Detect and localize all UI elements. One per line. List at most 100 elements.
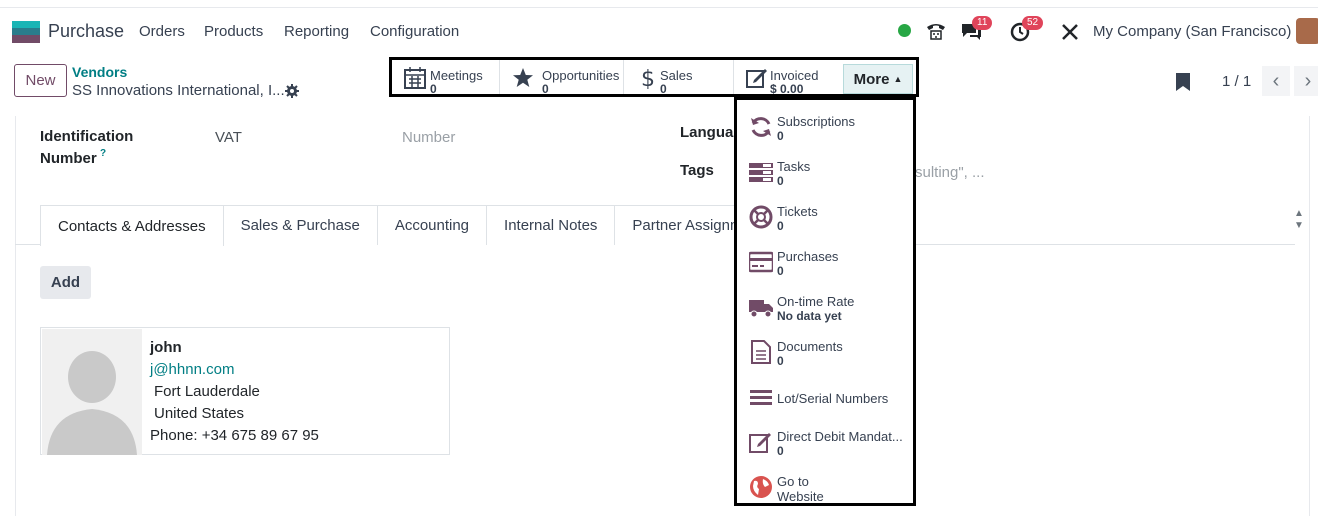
lot-serial-label: Lot/Serial Numbers: [777, 391, 889, 406]
contact-avatar: [42, 329, 142, 455]
top-strip: [0, 0, 1318, 8]
tags-input[interactable]: sulting", ...: [915, 164, 985, 181]
user-avatar[interactable]: [1296, 18, 1318, 44]
phone-icon[interactable]: [925, 21, 947, 41]
help-tooltip-icon[interactable]: ?: [100, 148, 106, 159]
lifebuoy-icon: [749, 205, 773, 229]
purchases-label: Purchases: [777, 249, 839, 264]
caret-up-icon: ▲: [893, 74, 903, 84]
tools-icon[interactable]: [1060, 22, 1080, 42]
subscriptions-value: 0: [777, 129, 784, 143]
vat-input[interactable]: VAT: [215, 129, 242, 146]
identification-label: Identification: [40, 128, 134, 145]
documents-label: Documents: [777, 339, 843, 354]
invoiced-value: $ 0.00: [770, 82, 804, 94]
status-dot-icon: [898, 24, 911, 37]
documents-value: 0: [777, 354, 784, 368]
notebook-tabs: Contacts & Addresses Sales & Purchase Ac…: [40, 205, 782, 246]
star-icon: [513, 68, 533, 87]
smart-buttons-bar: Meetings 0 Opportunities 0 $ Sales 0 Inv…: [389, 57, 919, 97]
truck-icon: [749, 300, 773, 318]
invoiced-label: Invoiced: [770, 68, 819, 83]
person-placeholder-icon: [42, 329, 142, 455]
number-input[interactable]: Number: [402, 129, 455, 146]
go-to-label: Go to: [777, 474, 809, 489]
dropdown-item-on-time-rate[interactable]: On-time Rate No data yet: [737, 287, 913, 332]
sales-label: Sales: [660, 68, 693, 83]
on-time-rate-value: No data yet: [777, 309, 842, 323]
sales-button[interactable]: $ Sales 0: [624, 60, 734, 94]
refresh-icon: [751, 117, 771, 137]
gear-icon[interactable]: [285, 84, 299, 98]
dropdown-item-lot-serial[interactable]: Lot/Serial Numbers: [737, 377, 913, 422]
dropdown-item-documents[interactable]: Documents 0: [737, 332, 913, 377]
meetings-label: Meetings: [430, 68, 483, 83]
contact-city: Fort Lauderdale: [154, 383, 260, 400]
opportunities-button[interactable]: Opportunities 0: [500, 60, 624, 94]
website-label: Website: [777, 489, 824, 504]
list-icon: [750, 390, 772, 405]
pager-previous-button[interactable]: ‹: [1262, 66, 1290, 96]
tasks-label: Tasks: [777, 159, 811, 174]
tabs-scroll[interactable]: ▲ ▼: [1294, 208, 1304, 232]
dropdown-item-go-to-website[interactable]: Go to Website: [737, 467, 913, 512]
purchases-value: 0: [777, 264, 784, 278]
tickets-label: Tickets: [777, 204, 818, 219]
menu-reporting[interactable]: Reporting: [284, 23, 349, 40]
sales-value: 0: [660, 82, 667, 94]
svg-text:$: $: [641, 67, 655, 89]
main-navbar: Purchase Orders Products Reporting Confi…: [0, 8, 1318, 54]
messages-badge: 11: [972, 16, 993, 30]
tasks-value: 0: [777, 174, 784, 188]
document-icon: [751, 340, 771, 364]
new-button[interactable]: New: [14, 64, 67, 97]
dropdown-item-purchases[interactable]: Purchases 0: [737, 242, 913, 287]
contact-card[interactable]: john j@hhnn.com Fort Lauderdale United S…: [40, 327, 450, 455]
more-button[interactable]: More ▲: [843, 64, 913, 94]
globe-icon: [750, 476, 772, 498]
tab-sales-purchase[interactable]: Sales & Purchase: [222, 205, 378, 245]
dropdown-item-tasks[interactable]: Tasks 0: [737, 152, 913, 197]
direct-debit-value: 0: [777, 444, 784, 458]
meetings-button[interactable]: Meetings 0: [392, 60, 500, 94]
edit-icon: [749, 433, 771, 453]
contact-country: United States: [154, 405, 245, 422]
tasks-icon: [749, 163, 773, 182]
form-sheet: [15, 116, 1310, 516]
dropdown-item-subscriptions[interactable]: Subscriptions 0: [737, 107, 913, 152]
tab-contacts-addresses[interactable]: Contacts & Addresses: [40, 205, 224, 246]
opportunities-value: 0: [542, 82, 549, 94]
contact-email[interactable]: j@hhnn.com: [150, 361, 234, 378]
on-time-rate-label: On-time Rate: [777, 294, 855, 309]
subscriptions-label: Subscriptions: [777, 114, 856, 129]
more-label: More: [853, 70, 890, 88]
menu-products[interactable]: Products: [204, 23, 263, 40]
dropdown-item-direct-debit[interactable]: Direct Debit Mandat... 0: [737, 422, 913, 467]
breadcrumb-vendors[interactable]: Vendors: [72, 64, 127, 80]
tab-internal-notes[interactable]: Internal Notes: [486, 205, 616, 245]
activities-badge: 52: [1022, 16, 1044, 30]
pager-value[interactable]: 1 / 1: [1222, 73, 1251, 90]
app-logo-icon[interactable]: [12, 21, 40, 43]
bookmark-icon[interactable]: [1176, 73, 1190, 91]
contact-name: john: [150, 339, 182, 356]
app-name[interactable]: Purchase: [48, 21, 124, 42]
opportunities-label: Opportunities: [542, 68, 620, 83]
pager-next-button[interactable]: ›: [1294, 66, 1318, 96]
dropdown-item-tickets[interactable]: Tickets 0: [737, 197, 913, 242]
tags-label: Tags: [680, 162, 714, 179]
company-switcher[interactable]: My Company (San Francisco): [1093, 23, 1291, 40]
tab-accounting[interactable]: Accounting: [376, 205, 488, 245]
breadcrumb-current: SS Innovations International, I...: [72, 82, 285, 99]
activities-button[interactable]: 52: [1010, 16, 1044, 48]
meetings-value: 0: [430, 82, 437, 94]
invoiced-button[interactable]: Invoiced $ 0.00: [734, 60, 842, 94]
messages-button[interactable]: 11: [960, 16, 993, 46]
menu-configuration[interactable]: Configuration: [370, 23, 459, 40]
more-dropdown-menu: Subscriptions 0 Tasks 0 Tickets 0 Purcha…: [734, 97, 916, 506]
direct-debit-label: Direct Debit Mandat...: [777, 429, 903, 444]
identification-label-2: Number: [40, 150, 97, 167]
dollar-icon: $: [641, 67, 655, 89]
add-contact-button[interactable]: Add: [40, 266, 91, 299]
menu-orders[interactable]: Orders: [139, 23, 185, 40]
